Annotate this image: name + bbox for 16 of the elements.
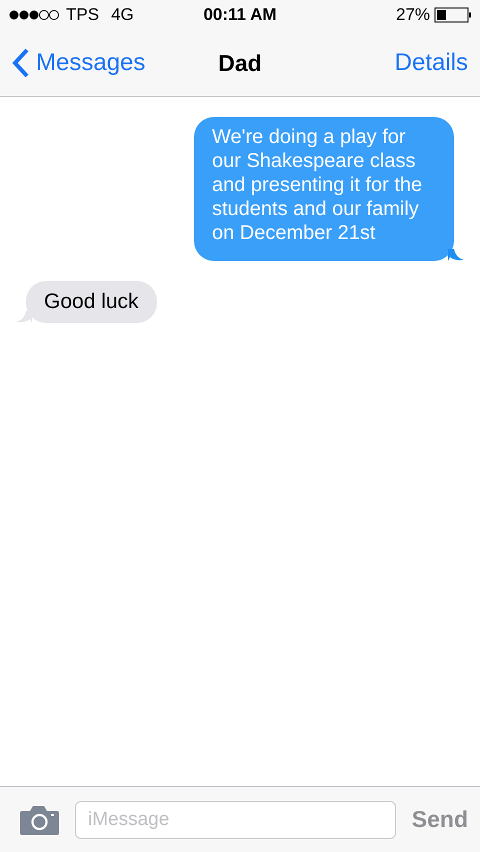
network-type: 4G — [111, 5, 134, 25]
message-input-field[interactable]: iMessage — [75, 800, 396, 838]
message-bubble: Good luck — [26, 281, 157, 323]
clock-time: 00:11 AM — [203, 5, 277, 25]
conversation-title: Dad — [218, 50, 262, 76]
battery-percent: 27% — [396, 5, 430, 25]
back-chevron-icon — [12, 48, 30, 78]
signal-icon — [8, 9, 60, 21]
battery-icon — [434, 7, 472, 23]
bubble-tail-icon — [16, 311, 32, 323]
camera-icon[interactable] — [20, 804, 59, 834]
message-bubble: We're doing a play for our Shakespeare class and presenting it for the students and our family on December 21st — [194, 117, 454, 261]
back-button[interactable]: Messages — [12, 48, 146, 78]
details-link[interactable]: Details — [394, 49, 468, 77]
carrier-name: TPS — [66, 5, 100, 25]
bubble-tail-icon — [448, 249, 464, 261]
